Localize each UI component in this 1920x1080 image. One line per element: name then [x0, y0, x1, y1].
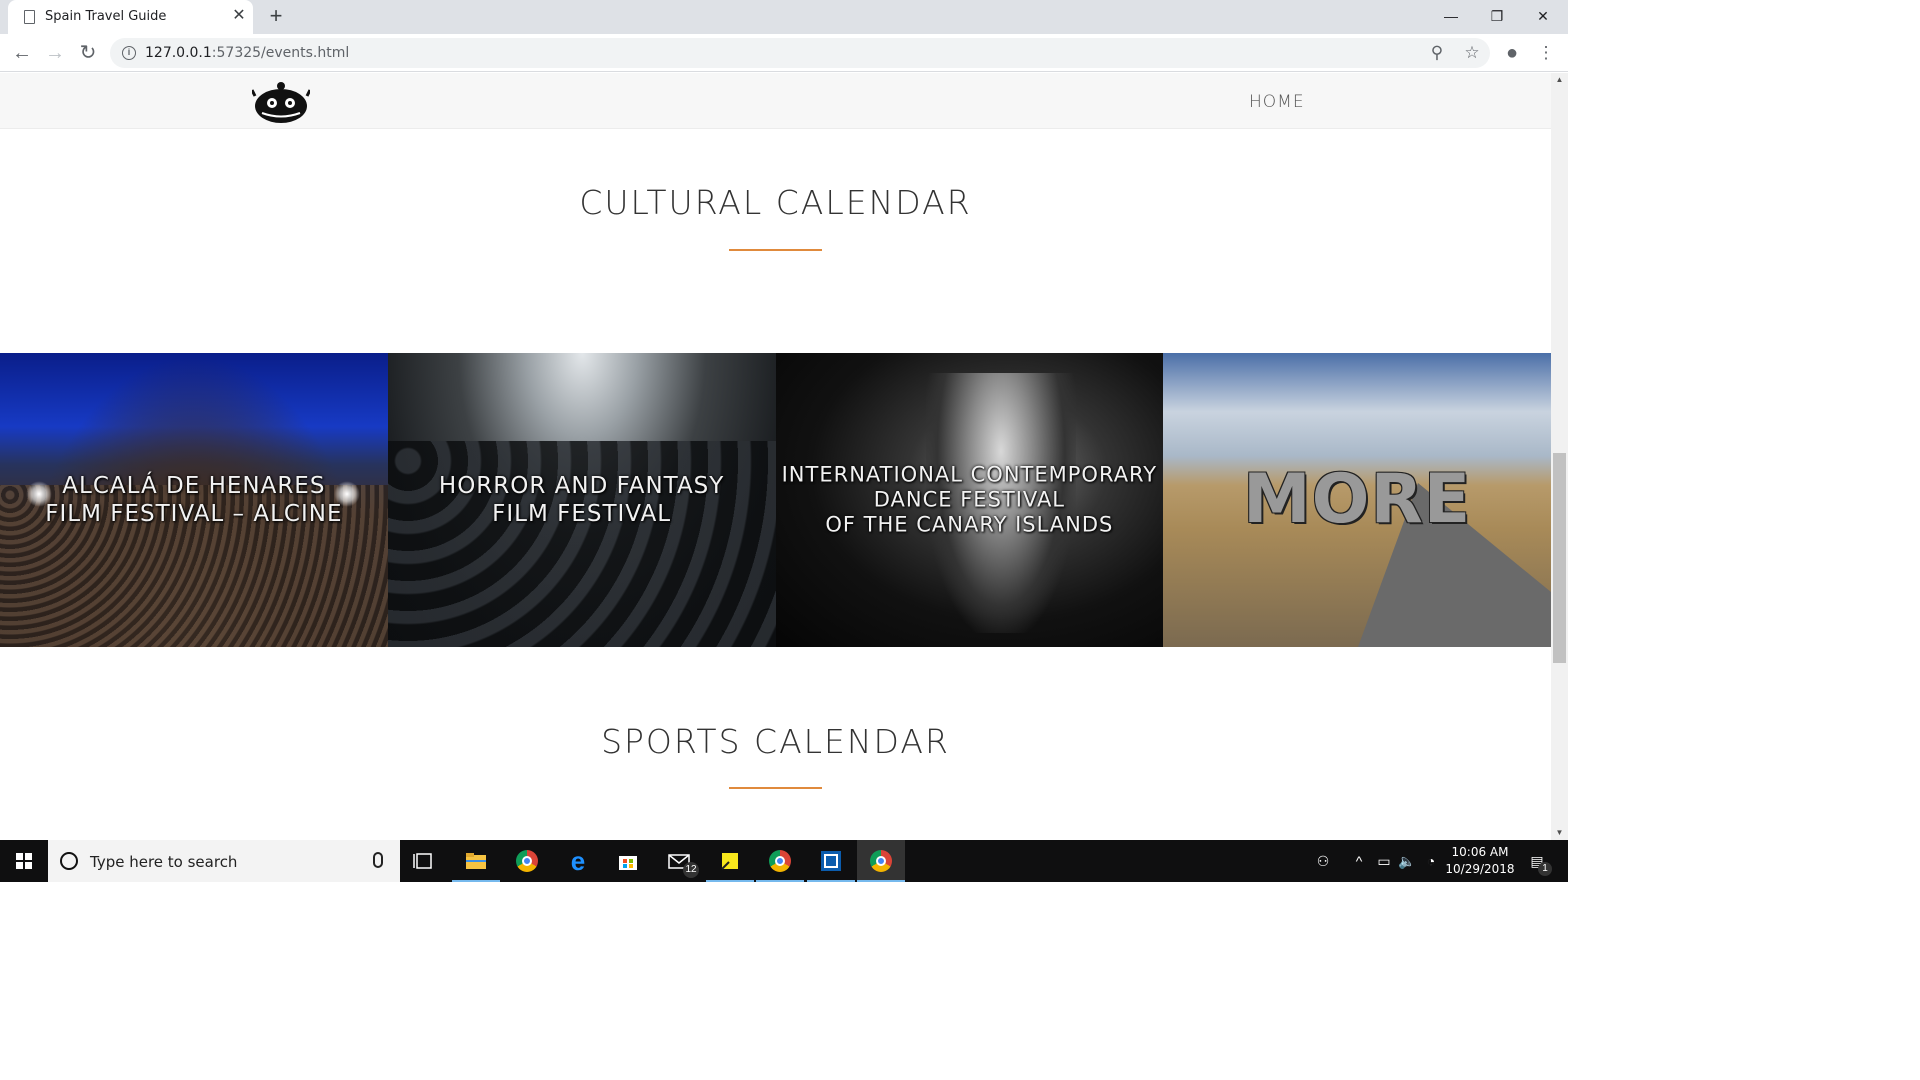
battery-icon[interactable]: ▭	[1373, 840, 1395, 882]
taskbar-chrome-2[interactable]	[756, 840, 804, 882]
taskbar-edge[interactable]: e	[554, 840, 602, 882]
back-icon[interactable]: ←	[9, 40, 35, 66]
event-tile-horror-fantasy[interactable]: HORROR AND FANTASY FILM FESTIVAL	[387, 353, 776, 647]
cultural-calendar-title: CULTURAL CALENDAR	[579, 183, 972, 222]
browser-toolbar: ← → ↻ i 127.0.0.1:57325/events.html ⚲ ☆ …	[0, 34, 1568, 72]
browser-titlebar: Spain Travel Guide ✕ + — ❐ ✕	[0, 0, 1568, 34]
sports-calendar-title: SPORTS CALENDAR	[601, 722, 950, 761]
sports-title-divider	[729, 787, 822, 789]
taskbar-store[interactable]	[604, 840, 652, 882]
cultural-title-divider	[729, 249, 822, 251]
event-tile-label: HORROR AND FANTASY FILM FESTIVAL	[438, 473, 725, 527]
event-tile-label: INTERNATIONAL CONTEMPORARY DANCE FESTIVA…	[781, 462, 1158, 537]
event-tile-more[interactable]: MORE	[1163, 353, 1551, 647]
page-scrollbar[interactable]: ▲ ▼	[1551, 73, 1568, 840]
action-center-icon[interactable]: ▤	[1522, 840, 1552, 882]
wifi-icon[interactable]: ◔	[1420, 840, 1442, 882]
taskbar-clock[interactable]: 10:06 AM 10/29/2018	[1443, 844, 1517, 878]
taskbar-mail[interactable]: 12	[655, 840, 703, 882]
address-bar[interactable]: i 127.0.0.1:57325/events.html	[110, 38, 1490, 68]
profile-icon[interactable]: ●	[1499, 40, 1525, 66]
store-icon	[619, 856, 637, 870]
event-tile-label: ALCALÁ DE HENARES FILM FESTIVAL – ALCINE	[45, 473, 343, 527]
people-icon[interactable]: ⚇	[1310, 840, 1336, 882]
bracket-app-icon	[821, 851, 841, 871]
site-info-icon[interactable]: i	[122, 46, 136, 60]
menu-icon[interactable]: ⋮	[1533, 40, 1559, 66]
volume-icon[interactable]: 🔈	[1396, 840, 1418, 882]
site-logo-icon[interactable]	[252, 78, 310, 124]
browser-tab[interactable]: Spain Travel Guide ✕	[8, 0, 253, 34]
site-header: HOME	[0, 73, 1551, 129]
windows-taskbar: Type here to search e 12 ⚇ ^ ▭ 🔈 ◔ 10:06…	[0, 840, 1568, 882]
more-tile-label: MORE	[1242, 460, 1472, 539]
chrome-icon	[870, 850, 892, 872]
taskbar-search-box[interactable]: Type here to search	[48, 840, 400, 882]
scrollbar-thumb[interactable]	[1553, 453, 1566, 663]
taskbar-sticky-notes[interactable]	[706, 840, 754, 882]
microphone-icon[interactable]	[373, 852, 383, 868]
clock-date: 10/29/2018	[1445, 862, 1515, 876]
taskbar-chrome-1[interactable]	[503, 840, 551, 882]
task-view-icon	[413, 853, 432, 869]
chrome-icon	[516, 850, 538, 872]
tab-title: Spain Travel Guide	[45, 9, 167, 24]
reload-icon[interactable]: ↻	[75, 40, 101, 66]
show-hidden-icons-chevron-icon[interactable]: ^	[1348, 840, 1370, 882]
windows-logo-icon	[16, 853, 32, 869]
file-explorer-icon	[466, 853, 486, 869]
document-icon	[24, 10, 35, 24]
cultural-events-grid: ALCALÁ DE HENARES FILM FESTIVAL – ALCINE…	[0, 353, 1551, 647]
tab-close-icon[interactable]: ✕	[229, 6, 249, 26]
minimize-button[interactable]: —	[1428, 0, 1474, 32]
cortana-icon	[60, 852, 78, 870]
maximize-button[interactable]: ❐	[1474, 0, 1520, 32]
task-view-button[interactable]	[400, 840, 448, 882]
clock-time: 10:06 AM	[1451, 845, 1509, 859]
taskbar-file-explorer[interactable]	[452, 840, 500, 882]
taskbar-app-bracket[interactable]	[807, 840, 855, 882]
forward-icon[interactable]: →	[42, 40, 68, 66]
mail-badge: 12	[683, 862, 699, 878]
taskbar-chrome-3[interactable]	[857, 840, 905, 882]
page-viewport: HOME CULTURAL CALENDAR ALCALÁ DE HENARES…	[0, 73, 1568, 840]
bookmark-star-icon[interactable]: ☆	[1459, 40, 1485, 66]
edge-icon: e	[570, 846, 586, 876]
event-tile-alcine[interactable]: ALCALÁ DE HENARES FILM FESTIVAL – ALCINE	[0, 353, 388, 647]
notification-count-badge: 1	[1538, 862, 1552, 876]
scroll-up-arrow-icon[interactable]: ▲	[1551, 73, 1568, 87]
nav-home-link[interactable]: HOME	[1249, 92, 1305, 112]
new-tab-button[interactable]: +	[264, 5, 288, 29]
zoom-icon[interactable]: ⚲	[1424, 40, 1450, 66]
event-tile-dance-festival[interactable]: INTERNATIONAL CONTEMPORARY DANCE FESTIVA…	[775, 353, 1164, 647]
scroll-down-arrow-icon[interactable]: ▼	[1551, 826, 1568, 840]
chrome-icon	[769, 850, 791, 872]
start-button[interactable]	[0, 840, 48, 882]
url-text[interactable]: 127.0.0.1:57325/events.html	[145, 45, 349, 61]
taskbar-search-placeholder: Type here to search	[90, 853, 238, 871]
sticky-notes-icon	[721, 853, 738, 870]
close-window-button[interactable]: ✕	[1520, 0, 1566, 32]
